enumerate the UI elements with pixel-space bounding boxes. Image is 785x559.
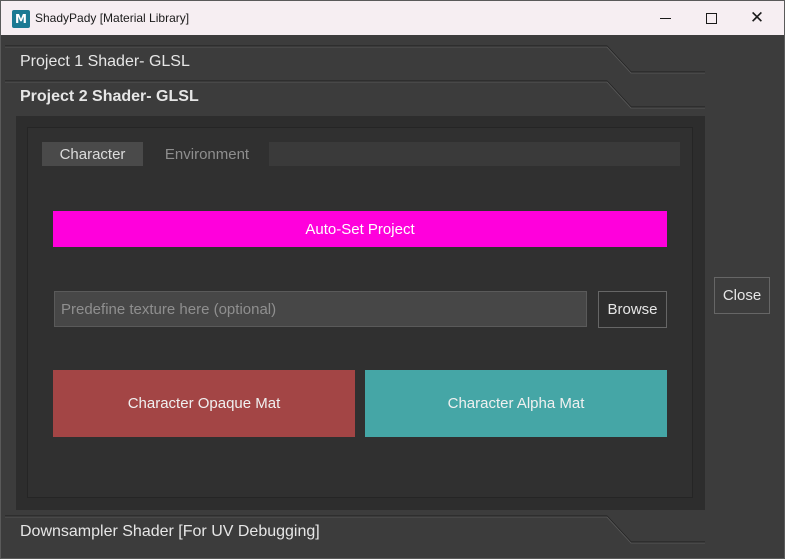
frame-header-label: Project 1 Shader- GLSL xyxy=(20,53,190,70)
main-window: M ShadyPady [Material Library] ✕ Project… xyxy=(0,0,785,559)
close-window-button[interactable]: ✕ xyxy=(734,1,780,35)
character-alpha-mat-button[interactable]: Character Alpha Mat xyxy=(365,370,667,437)
minimize-button[interactable] xyxy=(642,1,688,35)
character-opaque-mat-button[interactable]: Character Opaque Mat xyxy=(53,370,355,437)
frame-header-label: Downsampler Shader [For UV Debugging] xyxy=(20,523,320,540)
frame-header-label: Project 2 Shader- GLSL xyxy=(20,88,199,105)
texture-path-input[interactable] xyxy=(54,291,587,327)
window-title: ShadyPady [Material Library] xyxy=(35,11,190,25)
frame-header-downsampler[interactable]: Downsampler Shader [For UV Debugging] xyxy=(5,514,705,550)
maya-app-icon: M xyxy=(12,10,30,28)
frame-header-project-1[interactable]: Project 1 Shader- GLSL xyxy=(5,44,705,80)
tab-character[interactable]: Character xyxy=(42,142,143,166)
browse-button[interactable]: Browse xyxy=(598,291,667,328)
tab-environment[interactable]: Environment xyxy=(147,142,267,166)
close-icon: ✕ xyxy=(749,7,765,28)
minimize-icon xyxy=(659,17,671,19)
tab-bar-filler xyxy=(269,142,680,166)
close-button[interactable]: Close xyxy=(714,277,770,314)
maximize-button[interactable] xyxy=(688,1,734,35)
maximize-icon xyxy=(705,12,717,24)
frame-header-project-2[interactable]: Project 2 Shader- GLSL xyxy=(5,79,705,115)
title-bar[interactable]: M ShadyPady [Material Library] ✕ xyxy=(1,1,784,35)
auto-set-project-button[interactable]: Auto-Set Project xyxy=(53,211,667,247)
